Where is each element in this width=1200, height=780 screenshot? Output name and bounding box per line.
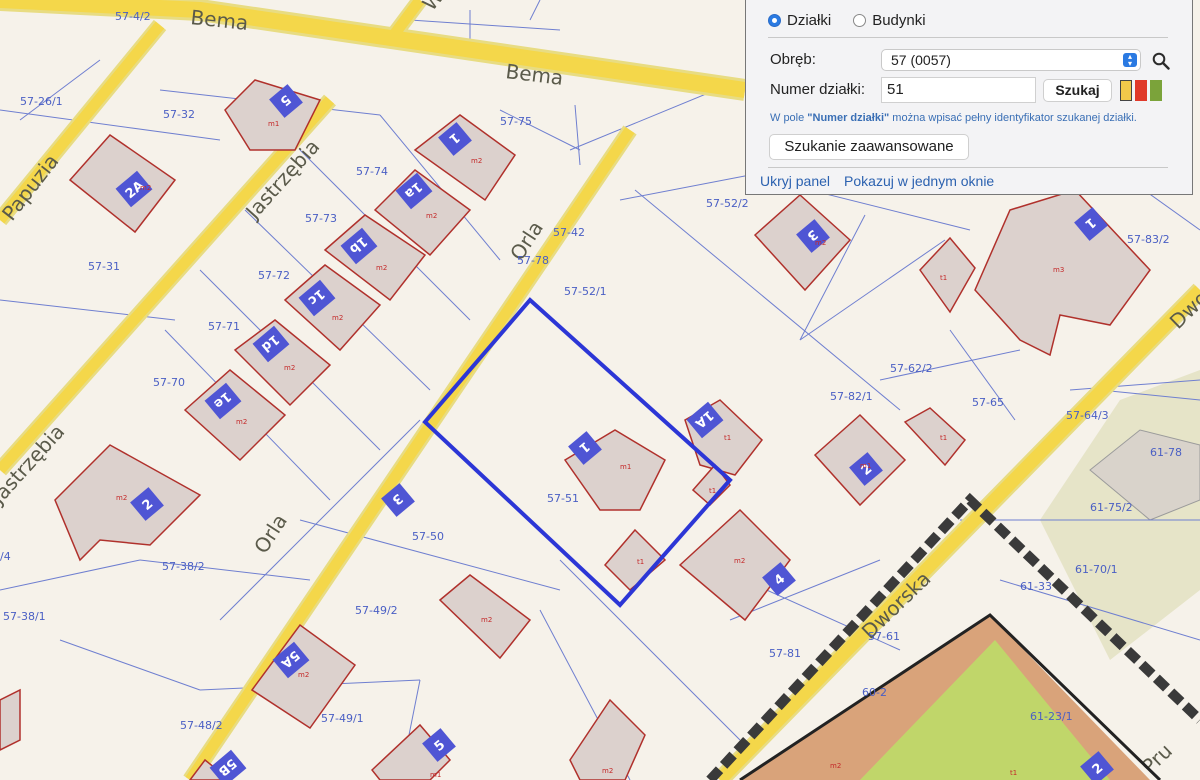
radio-dzialki[interactable] — [768, 14, 781, 27]
parcel-label: 57-51 — [547, 492, 579, 505]
parcel-label: 57-78 — [517, 254, 549, 267]
parcel-label: 57-83/2 — [1127, 233, 1170, 246]
highlight-color-green[interactable] — [1150, 80, 1162, 101]
building-label: m2 — [734, 557, 745, 565]
single-window-link[interactable]: Pokazuj w jednym oknie — [844, 173, 994, 189]
building-label: m2 — [481, 616, 492, 624]
parcel-label: 57-74 — [356, 165, 388, 178]
parcel-label: 57-32 — [163, 108, 195, 121]
parcel-label: 57-26/1 — [20, 95, 63, 108]
parcel-label: 61-33 — [1020, 580, 1052, 593]
search-panel: Działki Budynki Obręb: 57 (0057) ▴ ▾ Nume… — [745, 0, 1193, 195]
building-label: m2 — [815, 239, 826, 247]
building-label: m1 — [268, 120, 279, 128]
parcel-label: 61-78 — [1150, 446, 1182, 459]
numer-dzialki-label: Numer działki: — [770, 81, 866, 98]
building-label: m2 — [426, 212, 437, 220]
parcel-label: 57-81 — [769, 647, 801, 660]
parcel-label: 57-38/2 — [162, 560, 205, 573]
radio-dzialki-option[interactable]: Działki — [768, 12, 831, 29]
parcel-label: 57-4/2 — [115, 10, 151, 23]
building-label: m2 — [376, 264, 387, 272]
parcel-label: 61-75/2 — [1090, 501, 1133, 514]
parcel-label: 57-49/1 — [321, 712, 364, 725]
divider — [768, 37, 1168, 38]
szukaj-button[interactable]: Szukaj — [1043, 79, 1112, 102]
building-label: t1 — [940, 274, 947, 282]
building-label: m2 — [284, 364, 295, 372]
parcel-label: 57-38/1 — [3, 610, 46, 623]
hint-text: W pole "Numer działki" można wpisać pełn… — [770, 112, 1137, 124]
building-label: m3 — [1053, 266, 1064, 274]
parcel-label: 57-70 — [153, 376, 185, 389]
search-type-group: Działki Budynki — [768, 12, 926, 29]
parcel-label: 57-31 — [88, 260, 120, 273]
obreb-select[interactable]: 57 (0057) ▴ ▾ — [881, 49, 1141, 71]
parcel-label: 57-50 — [412, 530, 444, 543]
radio-budynki[interactable] — [853, 14, 867, 27]
building-label: m2 — [140, 184, 151, 192]
building-label: m2 — [298, 671, 309, 679]
parcel-label: 57-52/1 — [564, 285, 607, 298]
building-label: m2 — [116, 494, 127, 502]
building-label: m2 — [332, 314, 343, 322]
parcel-label: 57-52/2 — [706, 197, 749, 210]
parcel-label: 57-42 — [553, 226, 585, 239]
highlight-color-red[interactable] — [1135, 80, 1147, 101]
parcel-label: 61-23/1 — [1030, 710, 1073, 723]
radio-budynki-label: Budynki — [872, 12, 926, 29]
parcel-label: 57-75 — [500, 115, 532, 128]
building-label: m1 — [620, 463, 631, 471]
highlight-color-yellow[interactable] — [1120, 80, 1132, 101]
parcel-label: 57-71 — [208, 320, 240, 333]
parcel-label: 57-65 — [972, 396, 1004, 409]
building-label: m2 — [602, 767, 613, 775]
parcel-label: /4 — [0, 550, 11, 563]
building-label: t1 — [940, 434, 947, 442]
panel-links: Ukryj panel Pokazuj w jednym oknie — [760, 173, 994, 189]
radio-budynki-option[interactable]: Budynki — [853, 12, 926, 29]
hide-panel-link[interactable]: Ukryj panel — [760, 173, 830, 189]
parcel-label: 57-62/2 — [890, 362, 933, 375]
radio-dzialki-label: Działki — [787, 12, 832, 29]
parcel-label: 61-70/1 — [1075, 563, 1118, 576]
building-label: m2 — [471, 157, 482, 165]
building-label: t1 — [637, 558, 644, 566]
building-label: m1 — [860, 462, 871, 470]
parcel-label: 60-2 — [862, 686, 887, 699]
select-arrows-icon: ▴ ▾ — [1123, 53, 1137, 68]
search-icon[interactable] — [1152, 52, 1170, 70]
parcel-label: 57-82/1 — [830, 390, 873, 403]
building-label: t1 — [1010, 769, 1017, 777]
building-label: m1 — [430, 771, 441, 779]
parcel-label: 57-49/2 — [355, 604, 398, 617]
parcel-label: 57-72 — [258, 269, 290, 282]
obreb-value: 57 (0057) — [891, 52, 951, 68]
parcel-label: 57-73 — [305, 212, 337, 225]
obreb-label: Obręb: — [770, 51, 816, 68]
parcel-label: 57-48/2 — [180, 719, 223, 732]
building-label: t1 — [724, 434, 731, 442]
numer-dzialki-input[interactable]: 51 — [881, 77, 1036, 103]
parcel-label: 57-61 — [868, 630, 900, 643]
building-label: t1 — [709, 487, 716, 495]
building-label: m2 — [236, 418, 247, 426]
building-label: m2 — [830, 762, 841, 770]
advanced-search-button[interactable]: Szukanie zaawansowane — [769, 134, 969, 160]
parcel-label: 57-64/3 — [1066, 409, 1109, 422]
divider — [768, 167, 1168, 168]
